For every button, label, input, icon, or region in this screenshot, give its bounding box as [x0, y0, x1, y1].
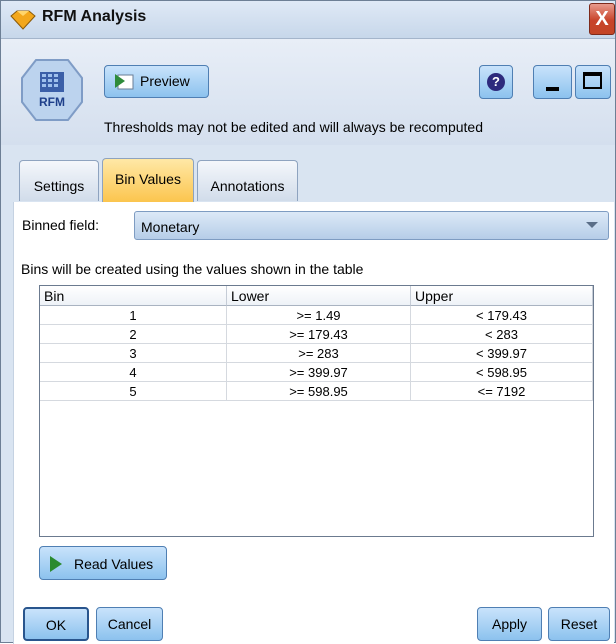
table-row[interactable]: 2 >= 179.43 < 283: [40, 325, 593, 344]
help-icon: ?: [487, 73, 505, 91]
cancel-button[interactable]: Cancel: [96, 607, 163, 641]
bins-note: Bins will be created using the values sh…: [21, 261, 364, 277]
tab-annotations[interactable]: Annotations: [197, 160, 298, 201]
rfm-node-icon: RFM: [21, 59, 83, 121]
lower-cell: >= 399.97: [227, 363, 411, 382]
help-button[interactable]: ?: [479, 65, 513, 99]
window-title: RFM Analysis: [42, 8, 147, 25]
bin-table[interactable]: Bin Lower Upper 1 >= 1.49 < 179.43 2 >= …: [39, 285, 594, 537]
table-row[interactable]: 3 >= 283 < 399.97: [40, 344, 593, 363]
minimize-button[interactable]: [533, 65, 572, 99]
maximize-icon: [583, 72, 602, 89]
header-bin[interactable]: Bin: [40, 286, 227, 306]
preview-button[interactable]: Preview: [104, 65, 209, 98]
preview-icon: [115, 74, 134, 90]
minimize-icon: [546, 87, 559, 91]
ok-button[interactable]: OK: [23, 607, 89, 641]
upper-cell: < 399.97: [411, 344, 593, 363]
table-row[interactable]: 5 >= 598.95 <= 7192: [40, 382, 593, 401]
rfm-dialog: RFM Analysis X RFM Preview ? Thresholds …: [0, 0, 616, 644]
play-icon: [50, 556, 62, 572]
maximize-button[interactable]: [575, 65, 611, 99]
close-button[interactable]: X: [589, 3, 615, 35]
read-values-label: Read Values: [74, 556, 154, 572]
read-values-button[interactable]: Read Values: [39, 546, 167, 580]
lower-cell: >= 283: [227, 344, 411, 363]
lower-cell: >= 598.95: [227, 382, 411, 401]
rfm-node-label: RFM: [39, 95, 65, 109]
binned-field-label: Binned field:: [22, 217, 100, 233]
bin-cell: 4: [40, 363, 227, 382]
table-row[interactable]: 1 >= 1.49 < 179.43: [40, 306, 593, 325]
bin-cell: 2: [40, 325, 227, 344]
recompute-notice: Thresholds may not be edited and will al…: [104, 119, 483, 135]
table-row[interactable]: 4 >= 399.97 < 598.95: [40, 363, 593, 382]
diamond-icon: [10, 10, 36, 30]
upper-cell: <= 7192: [411, 382, 593, 401]
upper-cell: < 283: [411, 325, 593, 344]
lower-cell: >= 1.49: [227, 306, 411, 325]
upper-cell: < 179.43: [411, 306, 593, 325]
title-bar[interactable]: RFM Analysis X: [1, 1, 615, 39]
tab-settings[interactable]: Settings: [19, 160, 99, 201]
bin-cell: 5: [40, 382, 227, 401]
header-upper[interactable]: Upper: [411, 286, 593, 306]
binned-field-value: Monetary: [141, 219, 200, 235]
lower-cell: >= 179.43: [227, 325, 411, 344]
tab-bin-values[interactable]: Bin Values: [102, 158, 194, 202]
reset-button[interactable]: Reset: [548, 607, 610, 641]
bin-cell: 3: [40, 344, 227, 363]
bin-cell: 1: [40, 306, 227, 325]
header-lower[interactable]: Lower: [227, 286, 411, 306]
apply-button[interactable]: Apply: [477, 607, 542, 641]
preview-label: Preview: [140, 73, 190, 89]
chevron-down-icon: [586, 222, 598, 228]
binned-field-select[interactable]: Monetary: [134, 211, 609, 240]
upper-cell: < 598.95: [411, 363, 593, 382]
